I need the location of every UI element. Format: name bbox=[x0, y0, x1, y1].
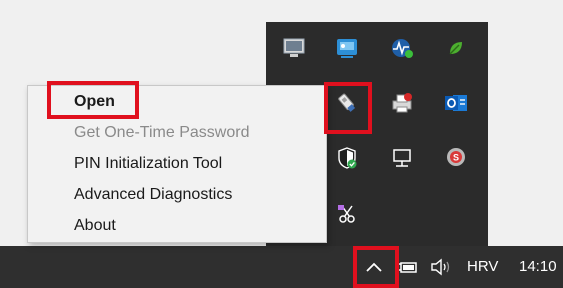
menu-item-about[interactable]: About bbox=[74, 216, 116, 236]
menu-item-open[interactable]: Open bbox=[74, 92, 115, 112]
context-menu: Open Get One-Time Password PIN Initializ… bbox=[27, 85, 327, 243]
outlook-icon[interactable] bbox=[436, 83, 476, 123]
svg-text:S: S bbox=[453, 153, 459, 163]
power-plug-icon[interactable] bbox=[396, 258, 418, 276]
menu-item-pin-initialization-tool[interactable]: PIN Initialization Tool bbox=[74, 154, 222, 174]
printer-icon[interactable] bbox=[382, 83, 422, 123]
security-shield-icon[interactable] bbox=[327, 138, 367, 178]
language-indicator[interactable]: HRV bbox=[467, 258, 498, 276]
antivirus-icon[interactable]: S bbox=[436, 138, 476, 178]
monitor-icon[interactable] bbox=[274, 28, 314, 68]
menu-item-advanced-diagnostics[interactable]: Advanced Diagnostics bbox=[74, 185, 232, 205]
display-settings-icon[interactable] bbox=[327, 28, 367, 68]
clock[interactable]: 14:10 bbox=[519, 258, 557, 276]
chevron-up-icon[interactable] bbox=[360, 253, 388, 281]
network-monitor-icon[interactable] bbox=[382, 28, 422, 68]
usb-token-icon[interactable] bbox=[327, 83, 367, 123]
volume-icon[interactable] bbox=[430, 257, 454, 277]
taskbar: HRV 14:10 bbox=[0, 246, 563, 288]
menu-item-get-one-time-password: Get One-Time Password bbox=[74, 124, 250, 141]
green-leaf-icon[interactable] bbox=[436, 28, 476, 68]
snipping-tool-icon[interactable] bbox=[327, 194, 367, 234]
network-adapter-icon[interactable] bbox=[382, 138, 422, 178]
